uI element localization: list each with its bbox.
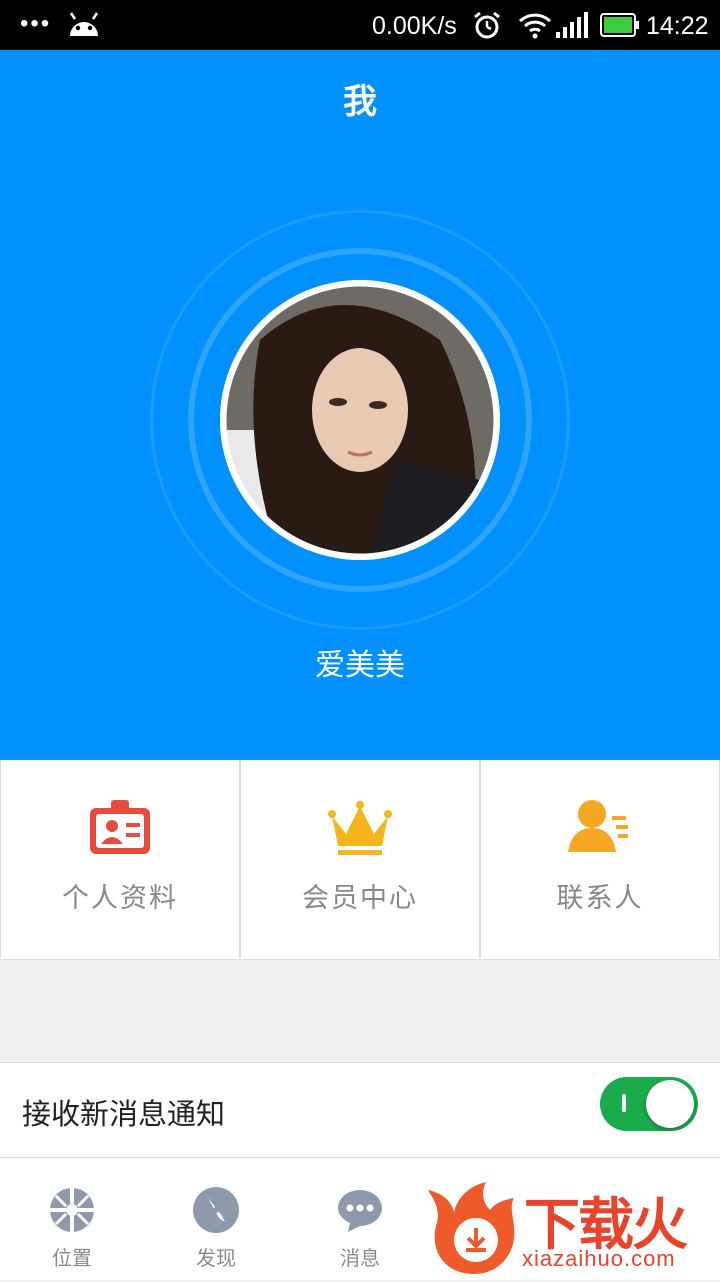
avatar[interactable] xyxy=(220,280,500,560)
notification-toggle[interactable] xyxy=(600,1077,698,1131)
toggle-knob xyxy=(646,1080,694,1128)
id-card-icon xyxy=(88,798,152,858)
crown-icon xyxy=(328,798,392,858)
wifi-icon xyxy=(518,11,552,44)
notification-setting-label: 接收新消息通知 xyxy=(22,1097,226,1131)
bottom-tab-bar: 位置 发现 消息 下载火 xiazaihuo.com xyxy=(0,1158,720,1280)
tab-label-messages: 消息 xyxy=(340,1246,380,1270)
profile-header: 我 爱美美 xyxy=(0,50,720,760)
tab-messages[interactable]: 消息 xyxy=(288,1158,432,1280)
toggle-on-indicator xyxy=(622,1094,626,1112)
tab-discover[interactable]: 发现 xyxy=(144,1158,288,1280)
message-icon xyxy=(336,1186,384,1234)
watermark-logo: 下载火 xiazaihuo.com xyxy=(424,1178,720,1280)
battery-icon xyxy=(600,13,640,42)
clock: 14:22 xyxy=(646,12,709,40)
notification-setting-row: 接收新消息通知 xyxy=(0,1062,720,1158)
grid-label-contacts: 联系人 xyxy=(556,883,644,914)
compass-icon xyxy=(192,1186,240,1234)
network-speed: 0.00K/s xyxy=(372,12,457,40)
grid-item-contacts[interactable]: 联系人 xyxy=(480,760,720,959)
grid-label-profile: 个人资料 xyxy=(62,883,178,914)
watermark-url: xiazaihuo.com xyxy=(522,1246,676,1271)
alarm-icon xyxy=(472,11,502,46)
grid-item-membership[interactable]: 会员中心 xyxy=(240,760,480,959)
location-icon xyxy=(48,1186,96,1234)
grid-item-profile[interactable]: 个人资料 xyxy=(0,760,240,959)
tab-location[interactable]: 位置 xyxy=(0,1158,144,1280)
more-dots-icon: ••• xyxy=(20,10,52,37)
page-title: 我 xyxy=(343,82,377,122)
username: 爱美美 xyxy=(315,648,405,683)
flame-logo-icon xyxy=(424,1178,524,1282)
tab-label-location: 位置 xyxy=(52,1246,92,1270)
feature-grid: 个人资料 会员中心 联系人 xyxy=(0,760,720,960)
contacts-icon xyxy=(568,798,632,858)
status-bar: ••• 0.00K/s 14:22 xyxy=(0,0,720,50)
signal-icon xyxy=(556,12,590,43)
android-icon xyxy=(66,10,102,43)
grid-label-membership: 会员中心 xyxy=(302,883,418,914)
tab-label-discover: 发现 xyxy=(196,1246,236,1270)
